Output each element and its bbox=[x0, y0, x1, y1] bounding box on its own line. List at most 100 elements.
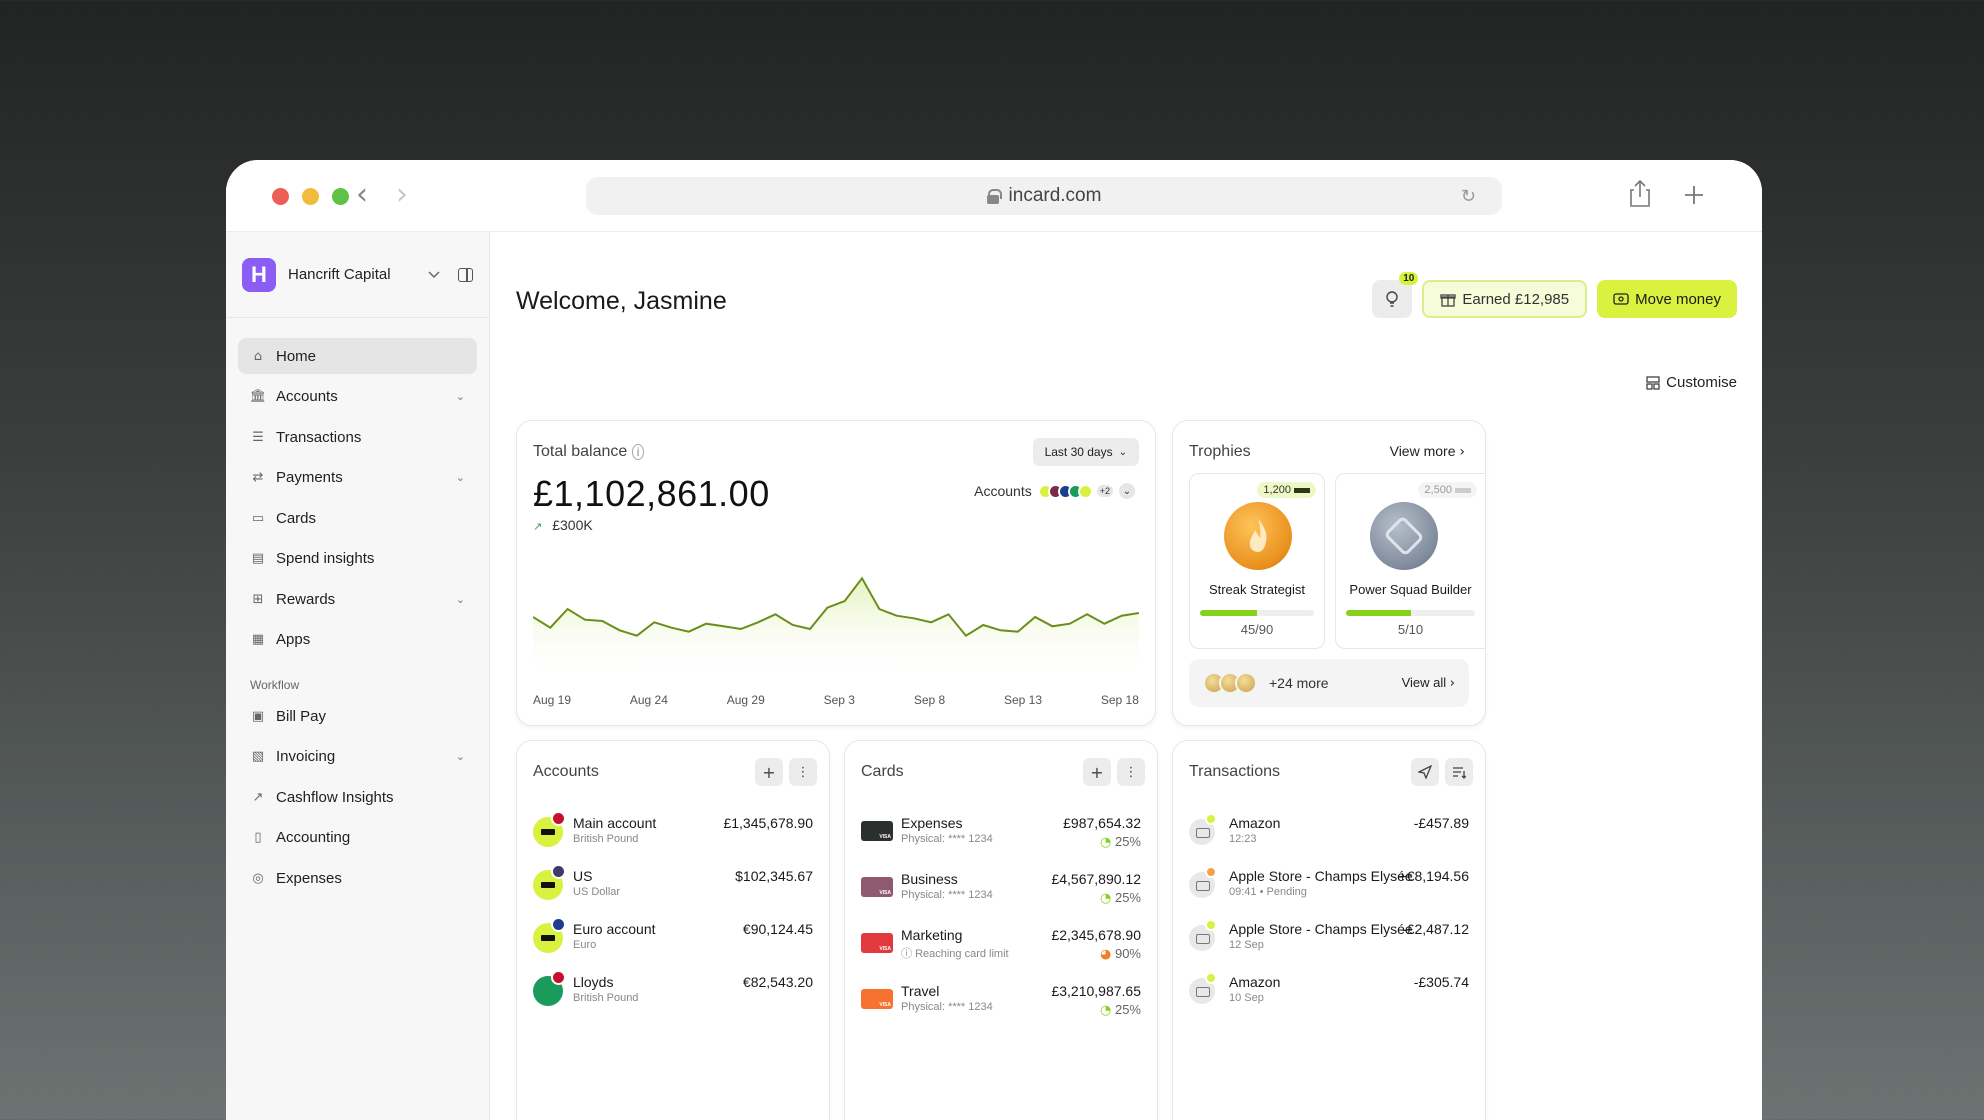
trophy-progress-bar bbox=[1200, 610, 1314, 616]
customise-label: Customise bbox=[1666, 374, 1737, 391]
transaction-time: 09:41 bbox=[1229, 886, 1257, 898]
card-spend: £987,654.32 bbox=[1063, 815, 1141, 831]
sidebar-item-transactions[interactable]: ☰ Transactions bbox=[238, 419, 477, 455]
transaction-meta: 09:41 • Pending bbox=[1229, 886, 1307, 898]
minimize-window-button[interactable] bbox=[302, 188, 319, 205]
accounts-filter[interactable]: Accounts +2 ⌄ bbox=[974, 483, 1135, 499]
transaction-row[interactable]: Amazon 12:23 -£457.89 bbox=[1189, 813, 1469, 855]
close-window-button[interactable] bbox=[272, 188, 289, 205]
account-avatar bbox=[533, 917, 566, 953]
sidebar-item-label: Cashflow Insights bbox=[276, 788, 394, 806]
x-tick-label: Aug 24 bbox=[629, 693, 668, 707]
account-avatar bbox=[533, 864, 566, 900]
card-row[interactable]: Travel Physical: **** 1234 £3,210,987.65 ◔ … bbox=[861, 983, 1141, 1023]
progress-ring-icon: ◔ bbox=[1100, 835, 1112, 850]
view-all-link[interactable]: View all › bbox=[1402, 675, 1455, 691]
card-thumbnail bbox=[861, 933, 893, 953]
new-tab-icon[interactable] bbox=[1683, 184, 1705, 206]
card-limit-pct: 25% bbox=[1114, 1002, 1141, 1017]
notification-badge: 10 bbox=[1399, 272, 1419, 285]
card-number: Physical: **** 1234 bbox=[901, 889, 993, 901]
x-tick-label: Sep 13 bbox=[1004, 693, 1043, 707]
sidebar-item-label: Cards bbox=[276, 509, 317, 527]
more-trophies-bar[interactable]: +24 more View all › bbox=[1189, 659, 1469, 707]
account-balance: €82,543.20 bbox=[742, 974, 813, 990]
card-thumbnail bbox=[861, 989, 893, 1009]
card-row[interactable]: Marketing ⓘ Reaching card limit £2,345,678… bbox=[861, 927, 1141, 967]
account-balance: $102,345.67 bbox=[735, 868, 813, 884]
reload-icon[interactable]: ↻ bbox=[1461, 186, 1476, 207]
lloyds-logo-icon bbox=[533, 970, 566, 1006]
address-bar[interactable]: incard.com ↻ bbox=[586, 177, 1502, 215]
trophy-points-value: 1,200 bbox=[1263, 484, 1291, 496]
sidebar-item-expenses[interactable]: ◎ Expenses bbox=[238, 860, 477, 896]
maximize-window-button[interactable] bbox=[332, 188, 349, 205]
us-flag-icon bbox=[551, 864, 566, 879]
card-limit-usage: ◔ 25% bbox=[1100, 890, 1141, 906]
account-row[interactable]: Lloyds British Pound €82,543.20 bbox=[533, 970, 813, 1014]
sidebar-item-accounts[interactable]: 🏛︎ Accounts ⌄ bbox=[238, 379, 477, 415]
sidebar-item-home[interactable]: ⌂ Home bbox=[238, 338, 477, 374]
sidebar-item-payments[interactable]: ⇄ Payments ⌄ bbox=[238, 460, 477, 496]
org-logo: H bbox=[242, 257, 276, 292]
insights-button[interactable]: 10 bbox=[1372, 272, 1419, 318]
account-row[interactable]: Euro account Euro €90,124.45 bbox=[533, 917, 813, 961]
customise-button[interactable]: Customise bbox=[1646, 374, 1737, 391]
earned-rewards-button[interactable]: Earned £12,985 bbox=[1422, 280, 1588, 318]
trophy-name: Power Squad Builder bbox=[1349, 582, 1472, 597]
layout-icon bbox=[1646, 375, 1660, 390]
card-row[interactable]: Expenses Physical: **** 1234 £987,654.32 ◔ … bbox=[861, 815, 1141, 855]
account-row[interactable]: Main account British Pound £1,345,678.90 bbox=[533, 811, 813, 855]
accounts-menu-button[interactable]: ⋮ bbox=[789, 758, 817, 786]
sidebar-item-bill-pay[interactable]: ▣ Bill Pay bbox=[238, 698, 477, 734]
uk-flag-icon bbox=[551, 811, 566, 826]
cards-menu-button[interactable]: ⋮ bbox=[1117, 758, 1145, 786]
sidebar-item-spend-insights[interactable]: ▤ Spend insights bbox=[238, 541, 477, 577]
sidebar-item-accounting[interactable]: ▯ Accounting bbox=[238, 820, 477, 856]
card-thumbnail bbox=[861, 821, 893, 841]
sidebar-item-label: Payments bbox=[276, 469, 343, 486]
account-row[interactable]: US US Dollar $102,345.67 bbox=[533, 864, 813, 908]
main-nav: ⌂ Home 🏛︎ Accounts ⌄ ☰ Transactions ⇄ Payment… bbox=[226, 318, 489, 896]
move-money-button[interactable]: Move money bbox=[1597, 280, 1737, 318]
transaction-status: Pending bbox=[1266, 886, 1307, 898]
card-warning: ⓘ Reaching card limit bbox=[901, 945, 1009, 961]
card-name: Travel bbox=[901, 983, 940, 999]
card-row[interactable]: Business Physical: **** 1234 £4,567,890.12… bbox=[861, 871, 1141, 911]
date-range-select[interactable]: Last 30 days ⌄ bbox=[1032, 438, 1139, 466]
org-switcher[interactable]: H Hancrift Capital bbox=[226, 232, 489, 318]
trophy-streak-strategist[interactable]: 1,200 Streak Strategist 45/90 bbox=[1189, 473, 1325, 649]
card-limit-usage: ◔ 25% bbox=[1100, 1002, 1141, 1018]
card-number: Physical: **** 1234 bbox=[901, 1001, 993, 1013]
lightbulb-icon bbox=[1386, 291, 1399, 307]
sidebar-item-label: Transactions bbox=[276, 428, 362, 446]
gift-icon: ⊞ bbox=[252, 591, 264, 607]
sidebar-item-cards[interactable]: ▭ Cards bbox=[238, 500, 477, 536]
transaction-row[interactable]: Apple Store - Champs Elysée 09:41 • Pendi… bbox=[1189, 866, 1469, 908]
transaction-amount: -£305.74 bbox=[1413, 974, 1469, 990]
share-icon[interactable] bbox=[1628, 178, 1652, 208]
add-account-button[interactable]: + bbox=[755, 758, 783, 786]
sidebar-item-rewards[interactable]: ⊞ Rewards ⌄ bbox=[238, 581, 477, 617]
send-button[interactable] bbox=[1411, 758, 1439, 786]
info-icon[interactable]: i bbox=[631, 444, 645, 460]
transaction-amount: -£2,487.12 bbox=[1402, 921, 1469, 937]
sidebar-item-apps[interactable]: ▦ Apps bbox=[238, 622, 477, 658]
transaction-icon bbox=[1189, 813, 1217, 845]
add-card-button[interactable]: + bbox=[1083, 758, 1111, 786]
filter-button[interactable] bbox=[1445, 758, 1473, 786]
points-bar-icon bbox=[1294, 487, 1310, 493]
transaction-row[interactable]: Apple Store - Champs Elysée 12 Sep -£2,487… bbox=[1189, 919, 1469, 961]
money-icon bbox=[1613, 293, 1629, 305]
transaction-row[interactable]: Amazon 10 Sep -£305.74 bbox=[1189, 972, 1469, 1014]
back-icon[interactable]: ‹ bbox=[356, 180, 368, 210]
x-tick-label: Aug 29 bbox=[726, 693, 765, 707]
balance-title-text: Total balance bbox=[533, 443, 628, 460]
progress-ring-icon: ◕ bbox=[1100, 947, 1112, 962]
sidebar-item-cashflow-insights[interactable]: ↗ Cashflow Insights bbox=[238, 779, 477, 815]
view-more-link[interactable]: View more › bbox=[1390, 443, 1465, 460]
sidebar-item-invoicing[interactable]: ▧ Invoicing ⌄ bbox=[238, 739, 477, 775]
sidebar-toggle-icon[interactable] bbox=[458, 267, 473, 282]
trophy-power-squad-builder[interactable]: 2,500 Power Squad Builder 5/10 bbox=[1335, 473, 1485, 649]
forward-icon[interactable]: › bbox=[396, 180, 408, 210]
